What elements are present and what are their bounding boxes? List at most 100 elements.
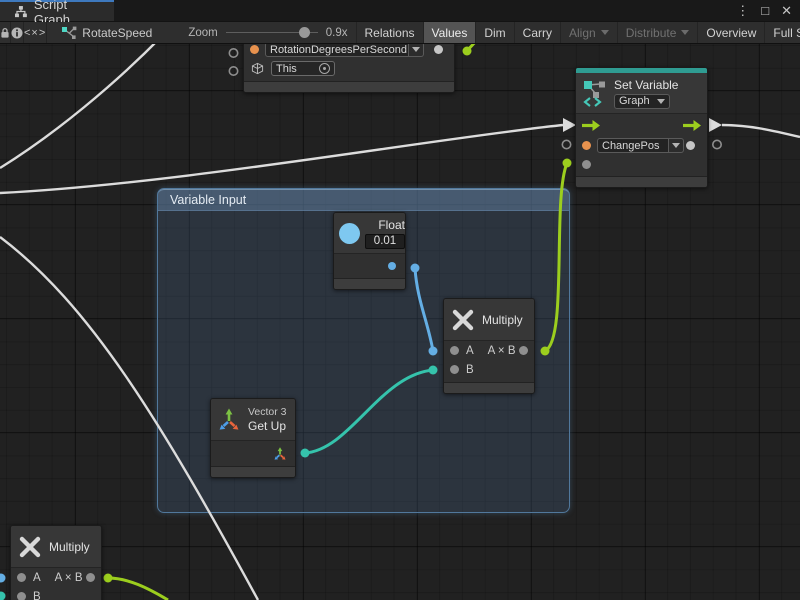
distribute-button[interactable]: Distribute xyxy=(617,22,698,43)
dim-button[interactable]: Dim xyxy=(475,22,513,43)
carry-button[interactable]: Carry xyxy=(514,22,560,43)
flow-row xyxy=(576,114,707,136)
port-row-a: A A × B xyxy=(444,341,534,360)
code-view-button[interactable]: <×> xyxy=(24,22,47,43)
value-input-port[interactable] xyxy=(582,160,591,169)
info-icon xyxy=(11,27,23,39)
node-footer xyxy=(334,278,405,289)
node-footer xyxy=(244,81,454,92)
node-header[interactable]: Multiply xyxy=(444,299,534,341)
tab-script-graph[interactable]: Script Graph xyxy=(0,0,114,21)
breadcrumb[interactable]: RotateSpeed xyxy=(47,22,162,43)
port-out-label: A × B xyxy=(55,572,83,584)
vector3-axes-icon xyxy=(217,408,241,432)
zoom-slider[interactable] xyxy=(226,28,318,38)
port-row-b: B xyxy=(11,587,101,600)
input-port-a[interactable] xyxy=(450,346,459,355)
relations-button[interactable]: Relations xyxy=(356,22,423,43)
variable-name-value: RotationDegreesPerSecond xyxy=(270,44,407,56)
dropdown-caret-button[interactable] xyxy=(409,42,424,57)
node-set-variable[interactable]: Set Variable Graph xyxy=(575,67,708,188)
carry-label: Carry xyxy=(523,26,552,40)
port-b-label: B xyxy=(33,591,41,600)
set-variable-graph-icon xyxy=(582,79,608,107)
variable-name-value: ChangePos xyxy=(602,140,660,152)
target-row: This xyxy=(244,59,454,78)
script-graph-icon xyxy=(14,5,28,18)
output-row xyxy=(211,441,295,466)
port-unconnected[interactable] xyxy=(713,140,721,148)
wire-teal-edge-dot[interactable] xyxy=(0,592,6,600)
variable-name-dropdown[interactable]: ChangePos xyxy=(597,138,669,153)
port-unconnected[interactable] xyxy=(229,67,237,75)
align-button[interactable]: Align xyxy=(560,22,617,43)
target-value: This xyxy=(276,63,297,75)
float-value-field[interactable]: 0.01 xyxy=(365,234,405,249)
output-port[interactable] xyxy=(86,573,95,582)
zoom-slider-handle[interactable] xyxy=(299,27,310,38)
input-port-a[interactable] xyxy=(17,573,26,582)
node-header[interactable]: Float 0.01 xyxy=(334,213,405,254)
tab-bar: Script Graph ⋮ □ ✕ xyxy=(0,0,800,22)
multiply-x-icon xyxy=(18,535,42,559)
align-label: Align xyxy=(569,26,596,40)
port-a-label: A xyxy=(466,345,474,357)
menu-icon[interactable]: ⋮ xyxy=(736,3,749,19)
value-output-port[interactable] xyxy=(434,45,443,54)
object-picker-icon[interactable] xyxy=(319,63,330,74)
float-output-port[interactable] xyxy=(388,262,396,270)
input-port-b[interactable] xyxy=(450,365,459,374)
string-port-icon[interactable] xyxy=(250,45,259,54)
values-button[interactable]: Values xyxy=(423,22,476,43)
node-vector3-get-up[interactable]: Vector 3 Get Up xyxy=(210,398,296,478)
node-footer xyxy=(576,176,707,187)
multiply-x-icon xyxy=(451,308,475,332)
zoom-control: Zoom 0.9x xyxy=(180,22,355,43)
code-icon: <×> xyxy=(24,27,46,39)
maximize-icon[interactable]: □ xyxy=(761,3,769,18)
graph-toolbar: <×> RotateSpeed Zoom 0.9x Relations Valu… xyxy=(0,22,800,44)
port-unconnected[interactable] xyxy=(562,140,570,148)
wire-blue-edge-dot[interactable] xyxy=(0,574,6,583)
values-label: Values xyxy=(432,26,468,40)
node-header[interactable]: Vector 3 Get Up xyxy=(211,399,295,441)
value-output-port[interactable] xyxy=(686,141,695,150)
port-row-b: B xyxy=(444,360,534,379)
graph-node-icon xyxy=(61,26,77,40)
port-unconnected[interactable] xyxy=(229,49,237,57)
node-multiply[interactable]: Multiply A A × B B xyxy=(443,298,535,394)
wire-green-multiply-bottom-output[interactable] xyxy=(104,574,169,600)
variable-name-dropdown[interactable]: RotationDegreesPerSecond xyxy=(265,42,409,57)
overview-button[interactable]: Overview xyxy=(697,22,764,43)
scope-value: Graph xyxy=(619,95,650,107)
flow-input-arrow-icon[interactable] xyxy=(582,120,600,131)
breadcrumb-label: RotateSpeed xyxy=(82,26,152,40)
node-header[interactable]: Set Variable Graph xyxy=(576,73,707,114)
group-header[interactable]: Variable Input xyxy=(158,189,569,211)
node-title: Set Variable xyxy=(614,78,678,92)
wire-flow-white-left-top[interactable] xyxy=(0,36,162,168)
fullscreen-button[interactable]: Full Screen xyxy=(764,22,800,43)
target-object-field[interactable]: This xyxy=(271,61,335,76)
input-port-b[interactable] xyxy=(17,592,26,600)
node-multiply[interactable]: Multiply A A × B B xyxy=(10,525,102,600)
info-button[interactable] xyxy=(11,22,24,43)
dropdown-caret-button[interactable] xyxy=(669,138,684,153)
string-port-icon[interactable] xyxy=(582,141,591,150)
close-icon[interactable]: ✕ xyxy=(781,3,792,19)
node-footer xyxy=(211,466,295,477)
dim-label: Dim xyxy=(484,26,505,40)
node-float-literal[interactable]: Float 0.01 xyxy=(333,212,406,290)
node-header[interactable]: Multiply xyxy=(11,526,101,568)
node-get-variable[interactable]: RotationDegreesPerSecond This xyxy=(243,39,455,93)
chevron-down-icon xyxy=(601,30,609,35)
output-port[interactable] xyxy=(519,346,528,355)
vector3-output-port-icon[interactable] xyxy=(273,447,287,461)
distribute-label: Distribute xyxy=(626,26,677,40)
lock-button[interactable] xyxy=(0,22,11,43)
flow-output-arrow-icon[interactable] xyxy=(683,120,701,131)
window-controls: ⋮ □ ✕ xyxy=(736,0,800,21)
graph-canvas[interactable]: Variable Input xyxy=(0,44,800,600)
scope-dropdown[interactable]: Graph xyxy=(614,94,670,109)
output-row xyxy=(334,254,405,278)
